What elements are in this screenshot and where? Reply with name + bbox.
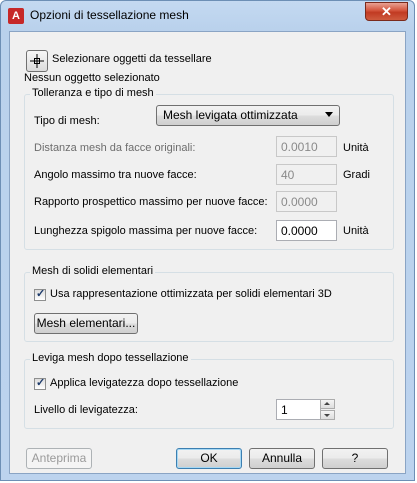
- checkmark-icon: ✓: [36, 377, 46, 389]
- window-title: Opzioni di tessellazione mesh: [30, 8, 189, 22]
- smooth-level-input[interactable]: 1: [276, 399, 321, 420]
- edge-length-input[interactable]: 0.0000: [276, 220, 337, 241]
- preview-button[interactable]: Anteprima: [26, 448, 92, 469]
- cancel-button[interactable]: Annulla: [249, 448, 315, 469]
- chevron-down-icon: [325, 112, 333, 117]
- angle-label: Angolo massimo tra nuove facce:: [34, 169, 197, 181]
- angle-input[interactable]: 40: [276, 164, 337, 185]
- autocad-app-icon: A: [8, 8, 24, 24]
- distance-label: Distanza mesh da facce originali:: [34, 142, 196, 154]
- select-objects-button[interactable]: [26, 50, 48, 72]
- distance-unit: Unità: [343, 142, 369, 154]
- help-button[interactable]: ?: [322, 448, 388, 469]
- smooth-checkbox-label[interactable]: Applica levigatezza dopo tessellazione: [50, 377, 238, 389]
- checkmark-icon: ✓: [36, 288, 46, 300]
- smooth-group: Leviga mesh dopo tessellazione: [24, 352, 394, 429]
- mesh-type-select[interactable]: Mesh levigata ottimizzata: [156, 105, 340, 126]
- angle-unit: Gradi: [343, 169, 370, 181]
- spin-down-button[interactable]: [320, 410, 335, 420]
- title-bar[interactable]: A Opzioni di tessellazione mesh ✕: [1, 1, 414, 29]
- edge-length-label: Lunghezza spigolo massima per nuove facc…: [34, 225, 258, 237]
- mesh-type-value: Mesh levigata ottimizzata: [163, 108, 298, 122]
- smooth-group-title: Leviga mesh dopo tessellazione: [30, 352, 191, 364]
- smooth-level-spinner: [320, 399, 335, 420]
- primitives-group-title: Mesh di solidi elementari: [30, 265, 156, 277]
- select-objects-label[interactable]: Selezionare oggetti da tessellare: [52, 53, 212, 65]
- smooth-checkbox[interactable]: ✓: [34, 377, 46, 390]
- primitives-checkbox-label[interactable]: Usa rappresentazione ottimizzata per sol…: [50, 288, 332, 300]
- tolerance-group-title: Tolleranza e tipo di mesh: [30, 87, 156, 99]
- ok-button[interactable]: OK: [176, 448, 242, 469]
- primitives-checkbox[interactable]: ✓: [34, 288, 46, 301]
- ratio-input[interactable]: 0.0000: [276, 191, 337, 212]
- edge-length-unit: Unità: [343, 225, 369, 237]
- pick-cursor-icon: [30, 54, 44, 68]
- dialog-window: A Opzioni di tessellazione mesh ✕ Selezi…: [0, 0, 415, 481]
- arrow-down-icon: [324, 414, 330, 417]
- arrow-up-icon: [324, 402, 330, 405]
- dialog-body: Selezionare oggetti da tessellare Nessun…: [9, 31, 406, 474]
- spin-up-button[interactable]: [320, 399, 335, 409]
- mesh-type-label: Tipo di mesh:: [34, 115, 100, 127]
- distance-input[interactable]: 0.0010: [276, 136, 337, 157]
- selection-status: Nessun oggetto selezionato: [24, 72, 160, 84]
- smooth-level-label: Livello di levigatezza:: [34, 404, 138, 416]
- primitive-mesh-button[interactable]: Mesh elementari...: [34, 313, 138, 334]
- close-button[interactable]: ✕: [365, 2, 408, 21]
- ratio-label: Rapporto prospettico massimo per nuove f…: [34, 196, 268, 208]
